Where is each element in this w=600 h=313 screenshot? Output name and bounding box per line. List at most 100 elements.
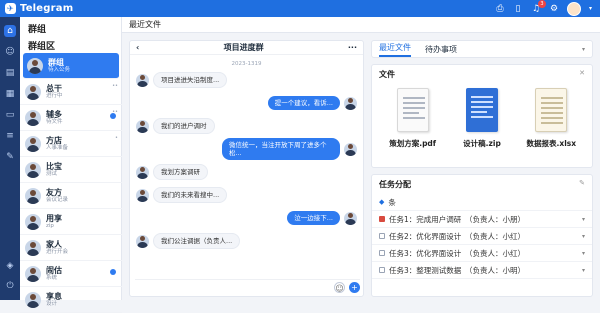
list-icon[interactable]: ≡ (4, 130, 16, 142)
telegram-logo-icon: ✈ (5, 3, 16, 14)
message-row: 我们的进户调时 (136, 117, 357, 135)
pdf-file-icon (396, 88, 429, 132)
avatar (344, 96, 357, 110)
chat-list-item[interactable]: 享息 设计 (20, 287, 122, 313)
checkbox[interactable] (379, 250, 385, 256)
chat-list-item[interactable]: 总干 进行中 •• (20, 79, 122, 105)
printer-icon[interactable]: ⎙ (495, 4, 505, 14)
home-icon[interactable]: ⌂ (4, 25, 16, 37)
main-area: 最近文件 ‹ 项目进度群 ··· 2023-1319 项目进进失沿制度... 提一… (122, 17, 600, 300)
clipboard-icon[interactable]: ▯ (513, 4, 523, 14)
avatar (344, 211, 357, 225)
bell-icon[interactable]: ♫ 3 (531, 0, 546, 14)
avatar (136, 165, 149, 179)
avatar (25, 83, 41, 100)
top-bar: ✈ Telegram ⎙ ▯ ♫ 3 ⚙ ▾ (0, 0, 600, 17)
avatar (136, 119, 149, 133)
message-bubble[interactable]: 微信统一，当注开放下周了进多个松... (222, 138, 340, 160)
message-bubble[interactable]: 我们的未来看搜中... (153, 187, 228, 203)
task-label: 任务1：完成用户调研 （负责人：小朋） (389, 214, 526, 224)
file-item-zip[interactable]: 设计稿.zip (451, 88, 513, 149)
avatar (27, 57, 43, 74)
checkbox[interactable] (379, 267, 385, 273)
avatar (136, 73, 149, 87)
tab-recent-files[interactable]: 最近文件 (379, 42, 411, 57)
file-item-pdf[interactable]: 策划方案.pdf (382, 88, 444, 149)
calendar-icon[interactable]: ▦ (4, 88, 16, 100)
message-bubble[interactable]: 提一个建议，看诉... (267, 96, 340, 110)
chat-preview: zip (46, 222, 54, 229)
chat-name: 享息 (46, 291, 62, 301)
close-icon[interactable]: ✕ (579, 69, 585, 77)
document-icon[interactable]: ▭ (4, 109, 16, 121)
chevron-down-icon[interactable]: ▾ (582, 267, 585, 274)
chevron-down-icon[interactable]: ▾ (582, 46, 585, 53)
right-tabs: 最近文件 待办事项 ▾ (371, 40, 593, 58)
chat-preview: 会议记录 (46, 196, 69, 203)
chat-list-item[interactable]: 友方 会议记录 (20, 183, 122, 209)
chat-list: 群组 待入公务 总干 进行中 •• 辅多 待文件 •• 方店 人事准备 • 比宝 测试 友方 会议记录 用享 z… (20, 53, 122, 313)
chat-date: 2023-1319 (231, 61, 262, 67)
add-button[interactable]: + (349, 281, 360, 293)
tab-todos[interactable]: 待办事项 (425, 44, 457, 55)
app-logo[interactable]: ✈ Telegram (0, 3, 73, 14)
message-row: 我们公注调据（负责人... (136, 232, 357, 250)
wrench-icon[interactable]: ✎ (4, 151, 16, 163)
edit-icon[interactable]: ✎ (579, 179, 585, 187)
chat-list-item[interactable]: 群组 待入公务 (23, 53, 119, 79)
file-name: 设计稿.zip (463, 139, 501, 148)
task-row[interactable]: 任务3：优化界面设计 （负责人：小红） ▾ (372, 245, 592, 262)
task-row[interactable]: 任务1：完成用户调研 （负责人：小朋） ▾ (372, 211, 592, 228)
chevron-down-icon[interactable]: ▾ (589, 5, 592, 12)
chat-list-item[interactable]: 闹估 系统 (20, 261, 122, 287)
task-label: 任务3：整理测试数据 （负责人：小明） (389, 265, 526, 275)
chat-name: 辅多 (46, 109, 62, 119)
message-row: 泣一边接下... (136, 209, 357, 227)
message-bubble[interactable]: 泣一边接下... (287, 211, 340, 225)
user-avatar[interactable] (566, 1, 581, 16)
chevron-down-icon[interactable]: ▾ (582, 250, 585, 257)
chat-list-item[interactable]: 方店 人事准备 • (20, 131, 122, 157)
more-icon[interactable]: ··· (348, 43, 357, 52)
message-list: 项目进进失沿制度... 提一个建议，看诉... 我们的进户调时 微信统一，当注开放下周… (130, 71, 363, 250)
chat-preview: 待入公务 (48, 66, 71, 73)
spreadsheet-file-icon (535, 88, 568, 132)
contacts-icon[interactable]: ☺ (4, 46, 16, 58)
notification-badge: 3 (537, 0, 546, 8)
main-header: 最近文件 (122, 17, 600, 33)
shield-icon[interactable]: ◈ (4, 260, 16, 272)
settings-icon[interactable]: ⚙ (549, 4, 559, 14)
flag-icon (379, 216, 385, 222)
message-bubble[interactable]: 我划方案调研 (153, 164, 208, 180)
chat-list-item[interactable]: 辅多 待文件 •• (20, 105, 122, 131)
unread-dot (110, 269, 116, 275)
chat-list-item[interactable]: 用享 zip (20, 209, 122, 235)
app-title: Telegram (20, 3, 74, 14)
chat-preview: 测试 (46, 170, 58, 177)
message-bubble[interactable]: 项目进进失沿制度... (153, 72, 228, 88)
avatar (136, 188, 149, 202)
chat-list-item[interactable]: 比宝 测试 (20, 157, 122, 183)
task-row[interactable]: 任务3：整理测试数据 （负责人：小明） ▾ (372, 262, 592, 279)
chevron-down-icon[interactable]: ▾ (582, 216, 585, 223)
chat-preview: 进行中 (46, 92, 63, 99)
avatar (25, 213, 41, 230)
chat-meta: •• (112, 83, 118, 89)
avatar (25, 265, 41, 282)
chat-list-item[interactable]: 家人 进行开会 (20, 235, 122, 261)
logout-icon[interactable]: ⏻ (4, 280, 16, 292)
task-row[interactable]: 任务2：优化界面设计 （负责人：小红） ▾ (372, 228, 592, 245)
message-bubble[interactable]: 我们公注调据（负责人... (153, 233, 241, 249)
file-name: 策划方案.pdf (389, 139, 437, 148)
chevron-down-icon[interactable]: ▾ (582, 233, 585, 240)
tasks-card: 任务分配 ✎ ◆ 条 任务1：完成用户调研 （负责人：小朋） ▾ 任务2：优化界面设… (371, 174, 593, 297)
message-bubble[interactable]: 我们的进户调时 (153, 118, 215, 134)
folder-icon[interactable]: ▤ (4, 67, 16, 79)
emoji-button[interactable]: ☺ (334, 281, 345, 293)
file-item-xlsx[interactable]: 数据报表.xlsx (520, 88, 582, 149)
top-actions: ⎙ ▯ ♫ 3 ⚙ ▾ (495, 0, 592, 17)
checkbox[interactable] (379, 233, 385, 239)
avatar (136, 234, 149, 248)
back-arrow-icon[interactable]: ‹ (136, 43, 139, 52)
chat-title: 项目进度群 (223, 43, 264, 52)
